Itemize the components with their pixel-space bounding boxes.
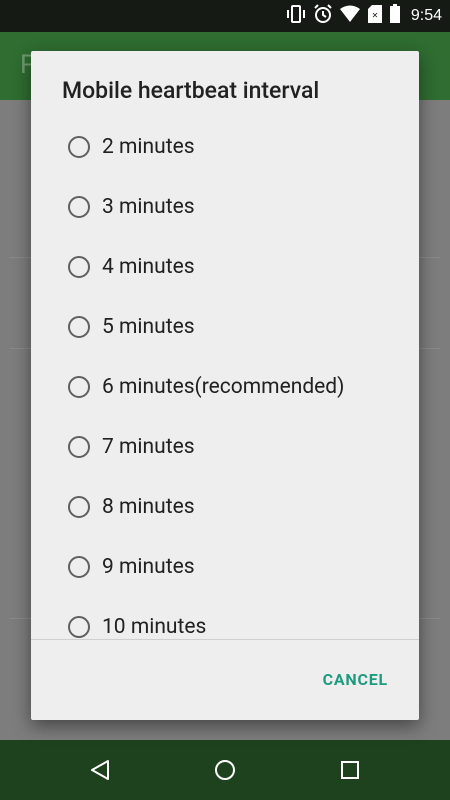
radio-button[interactable] [68,136,90,158]
home-button[interactable] [211,756,239,784]
radio-button[interactable] [68,376,90,398]
option-7-minutes[interactable]: 7 minutes [31,417,419,477]
home-icon [215,760,235,780]
alarm-icon [313,4,333,28]
status-bar: ✕ 9:54 [0,0,450,32]
option-label: 2 minutes [102,135,195,159]
radio-button[interactable] [68,616,90,638]
interval-options-list[interactable]: 2 minutes 3 minutes 4 minutes 5 minutes … [31,117,419,639]
radio-button[interactable] [68,496,90,518]
option-label: 3 minutes [102,195,195,219]
option-10-minutes[interactable]: 10 minutes [31,597,419,639]
dialog-divider [31,639,419,640]
radio-button[interactable] [68,196,90,218]
option-3-minutes[interactable]: 3 minutes [31,177,419,237]
navigation-bar [0,740,450,800]
radio-button[interactable] [68,436,90,458]
option-label: 4 minutes [102,255,195,279]
dialog-title: Mobile heartbeat interval [62,77,320,104]
option-5-minutes[interactable]: 5 minutes [31,297,419,357]
option-label: 10 minutes [102,615,207,639]
battery-icon [389,4,401,28]
option-label: 8 minutes [102,495,195,519]
back-button[interactable] [86,756,114,784]
back-icon [91,760,109,780]
option-4-minutes[interactable]: 4 minutes [31,237,419,297]
status-icons: ✕ 9:54 [285,4,442,28]
radio-button[interactable] [68,256,90,278]
recents-button[interactable] [336,756,364,784]
radio-button[interactable] [68,556,90,578]
wifi-icon [339,5,361,27]
vibrate-icon [285,5,307,27]
radio-button[interactable] [68,316,90,338]
status-time: 9:54 [410,7,442,24]
svg-text:✕: ✕ [372,11,379,20]
option-9-minutes[interactable]: 9 minutes [31,537,419,597]
cancel-button[interactable]: CANCEL [323,670,388,689]
option-8-minutes[interactable]: 8 minutes [31,477,419,537]
option-2-minutes[interactable]: 2 minutes [31,117,419,177]
option-6-minutes[interactable]: 6 minutes(recommended) [31,357,419,417]
option-label: 7 minutes [102,435,195,459]
option-label: 6 minutes(recommended) [102,375,345,399]
heartbeat-interval-dialog: Mobile heartbeat interval 2 minutes 3 mi… [31,51,419,720]
no-sim-icon: ✕ [367,4,383,28]
option-label: 5 minutes [102,315,195,339]
option-label: 9 minutes [102,555,195,579]
recents-icon [341,761,359,779]
